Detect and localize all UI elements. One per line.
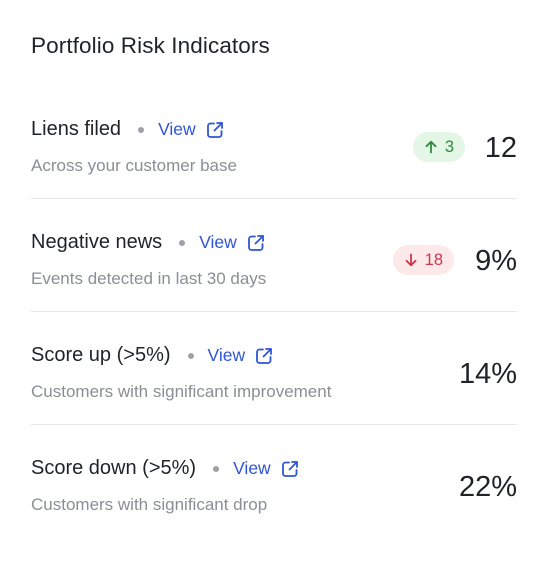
indicator-row-negative-news: Negative news View Events detected in la… <box>31 199 517 312</box>
change-badge-up: 3 <box>412 132 465 162</box>
separator-dot <box>179 239 186 246</box>
card-title: Portfolio Risk Indicators <box>31 33 270 58</box>
row-title: Score up (>5%) <box>31 344 171 366</box>
indicator-row-liens-filed: Liens filed View Across your customer ba… <box>31 86 517 199</box>
view-link-liens-filed[interactable]: View <box>158 119 225 140</box>
external-link-icon <box>206 121 223 138</box>
external-link-icon <box>256 347 273 364</box>
view-link-score-up[interactable]: View <box>208 345 275 366</box>
view-link-label: View <box>158 119 196 139</box>
row-subtitle: Across your customer base <box>31 156 237 175</box>
arrow-up-icon <box>425 140 437 154</box>
row-value: 9% <box>475 245 517 277</box>
row-title: Score down (>5%) <box>31 457 197 479</box>
arrow-down-icon <box>405 253 417 267</box>
risk-indicator-list: Liens filed View Across your customer ba… <box>31 86 517 537</box>
row-subtitle: Events detected in last 30 days <box>31 269 267 288</box>
separator-dot <box>187 352 194 359</box>
row-title: Negative news <box>31 231 163 253</box>
separator-dot <box>213 465 220 472</box>
view-link-label: View <box>207 345 246 365</box>
row-title-line: Negative news View <box>31 231 266 254</box>
row-subtitle: Customers with significant improvement <box>31 382 332 401</box>
view-link-label: View <box>233 458 271 478</box>
indicator-row-score-up: Score up (>5%) View Customers with signi… <box>31 312 517 425</box>
row-value: 12 <box>484 132 517 164</box>
row-title-line: Liens filed View <box>31 118 225 141</box>
badge-value: 18 <box>424 250 443 269</box>
external-link-icon <box>281 460 298 477</box>
row-value: 14% <box>458 358 517 390</box>
view-link-label: View <box>199 232 237 252</box>
row-title-line: Score up (>5%) View <box>31 344 274 367</box>
indicator-row-score-down: Score down (>5%) View Customers with sig… <box>31 425 517 537</box>
view-link-score-down[interactable]: View <box>233 458 300 479</box>
badge-value: 3 <box>444 137 454 156</box>
row-subtitle: Customers with significant drop <box>31 495 268 514</box>
row-title-line: Score down (>5%) View <box>31 457 300 480</box>
external-link-icon <box>247 234 264 251</box>
view-link-negative-news[interactable]: View <box>199 232 266 253</box>
row-title: Liens filed <box>31 118 122 140</box>
portfolio-risk-card: Portfolio Risk Indicators Liens filed Vi… <box>0 0 548 566</box>
change-badge-down: 18 <box>392 245 454 275</box>
row-value: 22% <box>458 471 517 503</box>
separator-dot <box>138 126 145 133</box>
